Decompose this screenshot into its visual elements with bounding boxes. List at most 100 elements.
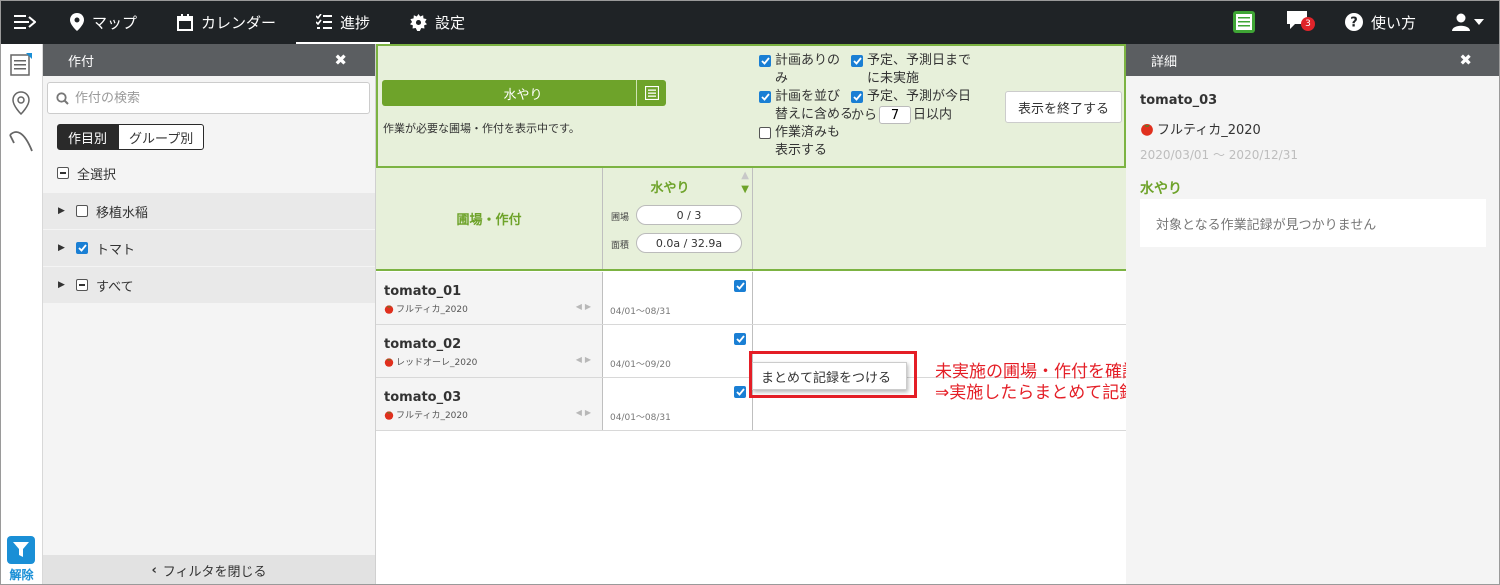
task-cell[interactable]: 04/01～09/20 xyxy=(603,325,753,377)
nav-calendar-label: カレンダー xyxy=(201,13,277,32)
filter-reset-button[interactable] xyxy=(7,536,35,564)
location-pin-icon[interactable] xyxy=(8,90,34,116)
select-all-checkbox[interactable] xyxy=(57,167,69,179)
crop-list-icon[interactable] xyxy=(8,52,34,78)
option-label: 予定、予測日まで xyxy=(867,53,972,68)
days-input[interactable] xyxy=(879,106,912,124)
close-filter-label: フィルタを閉じる xyxy=(162,564,267,580)
field-count-value: 0 / 3 xyxy=(636,205,742,225)
select-all-label: 全選択 xyxy=(77,167,117,183)
expand-caret-icon[interactable]: ▶ xyxy=(58,243,68,253)
detail-panel: 詳細 ✖ tomato_03 フルティカ_2020 2020/03/01 ～ 2… xyxy=(1126,44,1500,585)
tomato-icon xyxy=(384,357,394,367)
close-icon[interactable]: ✖ xyxy=(334,51,347,69)
option-pending[interactable]: 予定、予測日まで に未実施 xyxy=(851,52,971,88)
nav-settings[interactable]: 設定 xyxy=(390,0,485,44)
option-show-done[interactable]: 作業済みも 表示する xyxy=(759,124,840,160)
option-checkbox[interactable] xyxy=(851,55,863,67)
crop-search-box[interactable] xyxy=(47,82,370,114)
tree-item-checkbox[interactable] xyxy=(76,279,88,291)
column-task-title: 水やり xyxy=(650,181,690,196)
field-cell[interactable]: tomato_03 フルティカ_2020 ◀▶ xyxy=(376,378,603,430)
row-nav-arrows-icon[interactable]: ◀▶ xyxy=(576,408,594,417)
task-checkbox[interactable] xyxy=(734,386,746,398)
option-label: に未実施 xyxy=(867,71,920,86)
annotation-highlight-box xyxy=(749,351,917,398)
tomato-icon xyxy=(1141,123,1153,136)
select-all-row[interactable]: 全選択 xyxy=(43,155,375,191)
crop-name: フルティカ_2020 xyxy=(396,305,468,315)
detail-task-title: 水やり xyxy=(1140,181,1182,197)
row-nav-arrows-icon[interactable]: ◀▶ xyxy=(576,302,594,311)
progress-main: 水やり 作業が必要な圃場・作付を表示中です。 計画ありのみ 計画を並び 替えに含め… xyxy=(376,44,1126,585)
tree-item[interactable]: ▶ 移植水稲 xyxy=(43,193,375,229)
field-name: tomato_03 xyxy=(384,390,462,405)
checklist-icon xyxy=(316,14,333,29)
nav-map-label: マップ xyxy=(92,13,138,32)
user-menu-button[interactable] xyxy=(1436,0,1500,44)
sort-up-icon[interactable]: ▲ xyxy=(741,170,749,181)
expand-caret-icon[interactable]: ▶ xyxy=(58,280,68,290)
field-cell[interactable]: tomato_01 フルティカ_2020 ◀▶ xyxy=(376,272,603,324)
map-pin-icon xyxy=(70,13,84,31)
nav-progress-label: 進捗 xyxy=(340,13,371,32)
option-checkbox[interactable] xyxy=(851,91,863,103)
option-checkbox[interactable] xyxy=(759,55,771,67)
top-navigation: マップ カレンダー 進捗 設定 3 ? 使い方 xyxy=(0,0,1500,44)
help-button[interactable]: ? 使い方 xyxy=(1325,0,1436,44)
expand-caret-icon[interactable]: ▶ xyxy=(58,206,68,216)
option-checkbox[interactable] xyxy=(759,127,771,139)
table-row[interactable]: tomato_01 フルティカ_2020 ◀▶ 04/01～08/31 xyxy=(376,272,1126,325)
option-within-days[interactable]: 予定、予測が今日 から 日以内 xyxy=(851,88,971,125)
row-nav-arrows-icon[interactable]: ◀▶ xyxy=(576,355,594,364)
crop-filter-title: 作付 xyxy=(68,54,95,70)
tree-item-label: トマト xyxy=(96,242,136,258)
nav-progress[interactable]: 進捗 xyxy=(296,0,391,44)
tree-item[interactable]: ▶ トマト xyxy=(43,230,375,266)
filter-reset-label[interactable]: 解除 xyxy=(0,566,43,583)
field-cell[interactable]: tomato_02 レッドオーレ_2020 ◀▶ xyxy=(376,325,603,377)
caret-down-icon xyxy=(1474,19,1484,25)
hoe-tool-icon[interactable] xyxy=(8,128,34,154)
list-view-icon[interactable] xyxy=(636,80,666,106)
by-group-button[interactable]: グループ別 xyxy=(118,124,205,150)
close-filter-button[interactable]: ‹ フィルタを閉じる xyxy=(43,555,375,585)
task-period: 04/01～08/31 xyxy=(610,307,671,317)
detail-field-name: tomato_03 xyxy=(1140,93,1218,108)
work-record-book-button[interactable] xyxy=(1219,0,1269,44)
task-cell[interactable]: 04/01～08/31 xyxy=(603,378,753,430)
svg-text:?: ? xyxy=(1350,16,1358,31)
column-header-field[interactable]: 圃場・作付 xyxy=(376,168,603,269)
task-checkbox[interactable] xyxy=(734,333,746,345)
help-label: 使い方 xyxy=(1370,13,1416,32)
detail-empty-message: 対象となる作業記録が見つかりません xyxy=(1140,199,1486,247)
option-checkbox[interactable] xyxy=(759,91,771,103)
close-icon[interactable]: ✖ xyxy=(1459,51,1472,69)
column-header-task[interactable]: 水やり ▲ ▼ 圃場 0 / 3 面積 0.0a / 32.9a xyxy=(603,168,753,269)
option-label: 作業済みも xyxy=(775,125,841,140)
tomato-icon xyxy=(384,304,394,314)
crop-search-input[interactable] xyxy=(75,90,345,106)
task-select-button[interactable]: 水やり xyxy=(382,80,666,106)
sidebar-toggle-icon[interactable] xyxy=(0,0,50,44)
nav-map[interactable]: マップ xyxy=(50,0,157,44)
calendar-icon xyxy=(177,13,194,31)
tree-item-checkbox[interactable] xyxy=(76,205,88,217)
field-count-label: 圃場 xyxy=(611,213,630,223)
nav-calendar[interactable]: カレンダー xyxy=(157,0,296,44)
detail-title: 詳細 xyxy=(1151,54,1178,70)
option-label: 計画を並び xyxy=(775,89,841,104)
task-checkbox[interactable] xyxy=(734,280,746,292)
option-label: 日以内 xyxy=(913,107,953,123)
task-cell[interactable]: 04/01～08/31 xyxy=(603,272,753,324)
by-crop-button[interactable]: 作目別 xyxy=(57,124,119,150)
end-display-button[interactable]: 表示を終了する xyxy=(1005,91,1122,123)
option-include-sort[interactable]: 計画を並び 替えに含める xyxy=(759,88,853,124)
option-plan-only[interactable]: 計画ありのみ xyxy=(759,52,840,88)
detail-crop-name: フルティカ_2020 xyxy=(1157,123,1261,138)
sort-down-icon[interactable]: ▼ xyxy=(741,184,749,195)
tree-item-checkbox[interactable] xyxy=(76,242,88,254)
notifications-button[interactable]: 3 xyxy=(1269,0,1325,44)
table-header: 圃場・作付 水やり ▲ ▼ 圃場 0 / 3 面積 0.0a / 32.9a xyxy=(376,168,1126,271)
tree-item[interactable]: ▶ すべて xyxy=(43,267,375,303)
